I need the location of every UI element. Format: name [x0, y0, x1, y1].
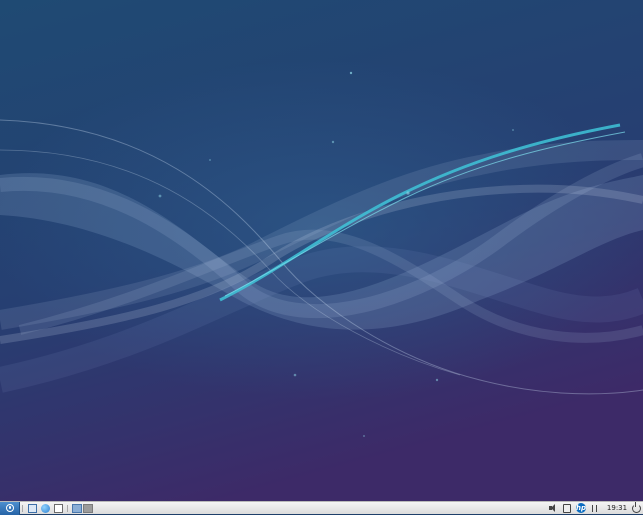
hp-printer-tray[interactable]: hp: [575, 503, 587, 514]
desktop-switcher-2[interactable]: [83, 503, 93, 513]
clipboard-icon: [563, 503, 571, 513]
taskbar-separator: [65, 503, 71, 514]
power-icon: [631, 501, 641, 513]
web-browser-launcher[interactable]: [39, 503, 51, 514]
file-manager-icon: [27, 503, 37, 513]
volume-icon: [548, 504, 558, 512]
volume-control[interactable]: [547, 503, 559, 514]
taskbar-separator: [20, 503, 26, 514]
desktop-switcher-1[interactable]: [72, 503, 82, 513]
hp-printer-icon: hp: [576, 503, 586, 513]
desktop-wallpaper: [0, 0, 643, 501]
desktop[interactable]: [0, 0, 643, 501]
file-manager-launcher[interactable]: [26, 503, 38, 514]
network-icon: [591, 504, 600, 513]
clock[interactable]: 19:31: [604, 503, 630, 514]
taskbar: hp 19:31: [0, 501, 643, 515]
power-button[interactable]: [630, 501, 642, 514]
network-status[interactable]: [589, 503, 601, 514]
lubuntu-logo-icon: [5, 504, 14, 512]
web-browser-icon: [40, 503, 50, 513]
terminal-icon: [53, 503, 63, 513]
start-menu-button[interactable]: [0, 501, 20, 515]
clipboard-manager[interactable]: [561, 503, 573, 514]
terminal-launcher[interactable]: [52, 503, 64, 514]
